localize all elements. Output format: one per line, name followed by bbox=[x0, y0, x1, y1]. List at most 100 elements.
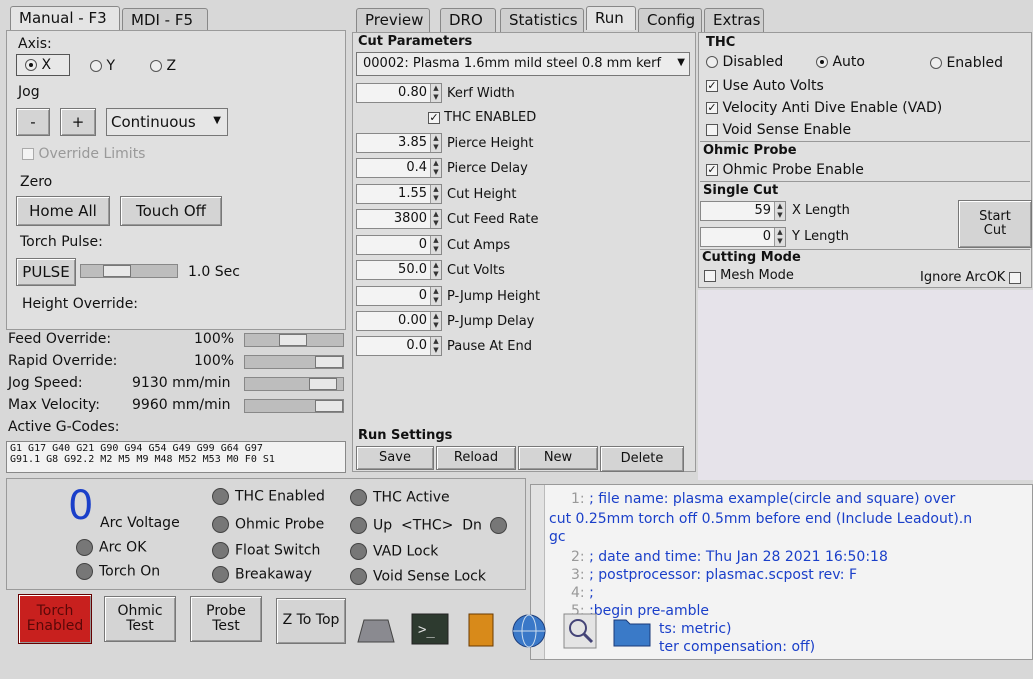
override-limits-checkbox[interactable]: Override Limits bbox=[22, 146, 145, 162]
gcode-viewer[interactable]: 1: ; file name: plasma example(circle an… bbox=[530, 484, 1033, 660]
jog-minus-button[interactable]: - bbox=[16, 108, 50, 136]
led-icon bbox=[212, 516, 229, 533]
material-select[interactable]: 00002: Plasma 1.6mm mild steel 0.8 mm ke… bbox=[356, 52, 690, 76]
ignore-arcok-checkbox[interactable]: Ignore ArcOK bbox=[920, 270, 1022, 285]
pierce-height-field[interactable]: 3.85 ▲ ▼ bbox=[356, 133, 442, 153]
thc-title: THC bbox=[706, 35, 736, 50]
feed-override-slider[interactable] bbox=[244, 333, 344, 347]
z-to-top-button[interactable]: Z To Top bbox=[276, 598, 346, 644]
spin-arrows-icon[interactable]: ▲ ▼ bbox=[430, 261, 441, 279]
spin-arrows-icon[interactable]: ▲ ▼ bbox=[430, 337, 441, 355]
tab-run[interactable]: Run bbox=[586, 6, 636, 30]
kerf-width-field[interactable]: 0.80 ▲ ▼ bbox=[356, 83, 442, 103]
search-icon[interactable] bbox=[562, 612, 598, 652]
thc-enabled-checkbox[interactable]: ✓ THC ENABLED bbox=[428, 110, 536, 125]
spin-arrows-icon[interactable]: ▲ ▼ bbox=[430, 287, 441, 305]
spin-arrows-icon[interactable]: ▲ ▼ bbox=[430, 134, 441, 152]
axis-label: Axis: bbox=[18, 36, 52, 52]
slider-handle[interactable] bbox=[315, 356, 343, 368]
thc-enabled-radio[interactable]: Enabled bbox=[930, 55, 1003, 71]
tab-manual[interactable]: Manual - F3 bbox=[10, 6, 120, 30]
delete-button[interactable]: Delete bbox=[600, 446, 684, 472]
y-length-field[interactable]: 0 ▲ ▼ bbox=[700, 227, 786, 247]
led-icon bbox=[212, 566, 229, 583]
use-auto-volts-checkbox[interactable]: ✓ Use Auto Volts bbox=[706, 78, 824, 94]
tab-statistics[interactable]: Statistics bbox=[500, 8, 584, 32]
spin-arrows-icon[interactable]: ▲ ▼ bbox=[430, 185, 441, 203]
code-line: gc bbox=[549, 529, 566, 545]
x-length-field[interactable]: 59 ▲ ▼ bbox=[700, 201, 786, 221]
max-velocity-slider[interactable] bbox=[244, 399, 344, 413]
led-icon bbox=[490, 517, 508, 534]
thc-disabled-radio[interactable]: Disabled bbox=[706, 54, 783, 70]
torch-enabled-button[interactable]: Torch Enabled bbox=[18, 594, 92, 644]
spin-arrows-icon[interactable]: ▲ ▼ bbox=[774, 202, 785, 220]
thc-enabled-indicator: THC Enabled bbox=[212, 488, 325, 505]
jog-plus-button[interactable]: + bbox=[60, 108, 96, 136]
rapid-override-slider[interactable] bbox=[244, 355, 344, 369]
globe-icon[interactable] bbox=[510, 612, 548, 652]
cut-amps-field[interactable]: 0 ▲ ▼ bbox=[356, 235, 442, 255]
radio-icon bbox=[816, 56, 828, 68]
ohmic-test-button[interactable]: Ohmic Test bbox=[104, 596, 176, 642]
reload-button[interactable]: Reload bbox=[436, 446, 516, 470]
code-line: 3: ; postprocessor: plasmac.scpost rev: … bbox=[571, 567, 858, 583]
cut-amps-label: Cut Amps bbox=[447, 238, 511, 253]
home-all-button[interactable]: Home All bbox=[16, 196, 110, 226]
tab-dro[interactable]: DRO bbox=[440, 8, 496, 32]
void-sense-checkbox[interactable]: Void Sense Enable bbox=[706, 122, 851, 138]
zero-label: Zero bbox=[20, 174, 53, 190]
cut-height-field[interactable]: 1.55 ▲ ▼ bbox=[356, 184, 442, 204]
notes-icon[interactable] bbox=[466, 612, 496, 652]
pulse-button[interactable]: PULSE bbox=[16, 258, 76, 286]
terminal-icon[interactable]: >_ bbox=[410, 612, 450, 652]
spin-arrows-icon[interactable]: ▲ ▼ bbox=[774, 228, 785, 246]
spin-arrows-icon[interactable]: ▲ ▼ bbox=[430, 210, 441, 228]
cut-feed-rate-field[interactable]: 3800 ▲ ▼ bbox=[356, 209, 442, 229]
p-jump-delay-field[interactable]: 0.00 ▲ ▼ bbox=[356, 311, 442, 331]
tab-mdi[interactable]: MDI - F5 bbox=[122, 8, 208, 32]
mesh-mode-checkbox[interactable]: Mesh Mode bbox=[704, 268, 794, 283]
window-icon[interactable] bbox=[356, 618, 396, 644]
slider-handle[interactable] bbox=[315, 400, 343, 412]
axis-y-radio[interactable]: Y bbox=[90, 58, 115, 74]
slider-handle[interactable] bbox=[103, 265, 131, 277]
spin-arrows-icon[interactable]: ▲ ▼ bbox=[430, 159, 441, 177]
start-cut-button[interactable]: Start Cut bbox=[958, 200, 1032, 248]
spin-arrows-icon[interactable]: ▲ ▼ bbox=[430, 84, 441, 102]
vad-checkbox[interactable]: ✓ Velocity Anti Dive Enable (VAD) bbox=[706, 100, 942, 116]
cut-volts-field[interactable]: 50.0 ▲ ▼ bbox=[356, 260, 442, 280]
thc-auto-radio[interactable]: Auto bbox=[816, 54, 865, 70]
touch-off-button[interactable]: Touch Off bbox=[120, 196, 222, 226]
folder-icon[interactable] bbox=[612, 612, 652, 652]
save-button[interactable]: Save bbox=[356, 446, 434, 470]
checkbox-checked-icon: ✓ bbox=[706, 163, 718, 176]
torch-on-indicator: Torch On bbox=[76, 563, 160, 580]
gcodes-line: G1 G17 G40 G21 G90 G94 G54 G49 G99 G64 G… bbox=[10, 443, 263, 454]
thc-active-indicator: THC Active bbox=[350, 489, 450, 506]
tab-preview[interactable]: Preview bbox=[356, 8, 430, 32]
tab-config[interactable]: Config bbox=[638, 8, 702, 32]
jog-speed-slider[interactable] bbox=[244, 377, 344, 391]
spin-arrows-icon[interactable]: ▲ ▼ bbox=[430, 236, 441, 254]
axis-x-radio[interactable]: X bbox=[16, 54, 70, 76]
probe-test-button[interactable]: Probe Test bbox=[190, 596, 262, 642]
tab-extras[interactable]: Extras bbox=[704, 8, 764, 32]
pause-at-end-field[interactable]: 0.0 ▲ ▼ bbox=[356, 336, 442, 356]
p-jump-height-field[interactable]: 0 ▲ ▼ bbox=[356, 286, 442, 306]
slider-handle[interactable] bbox=[309, 378, 337, 390]
new-button[interactable]: New bbox=[518, 446, 598, 470]
slider-handle[interactable] bbox=[279, 334, 307, 346]
axis-z-radio[interactable]: Z bbox=[150, 58, 176, 74]
jog-speed-label: Jog Speed: bbox=[8, 375, 83, 391]
arc-voltage-value: 0 bbox=[68, 483, 94, 529]
torch-pulse-label: Torch Pulse: bbox=[20, 234, 103, 250]
led-icon bbox=[350, 489, 367, 506]
cut-parameters-title: Cut Parameters bbox=[358, 34, 473, 49]
jog-mode-select[interactable]: Continuous ▼ bbox=[106, 108, 228, 136]
pulse-slider[interactable] bbox=[80, 264, 178, 278]
pierce-delay-field[interactable]: 0.4 ▲ ▼ bbox=[356, 158, 442, 178]
ohmic-probe-enable-checkbox[interactable]: ✓ Ohmic Probe Enable bbox=[706, 162, 864, 178]
code-line: 4: ; bbox=[571, 585, 594, 601]
spin-arrows-icon[interactable]: ▲ ▼ bbox=[430, 312, 441, 330]
